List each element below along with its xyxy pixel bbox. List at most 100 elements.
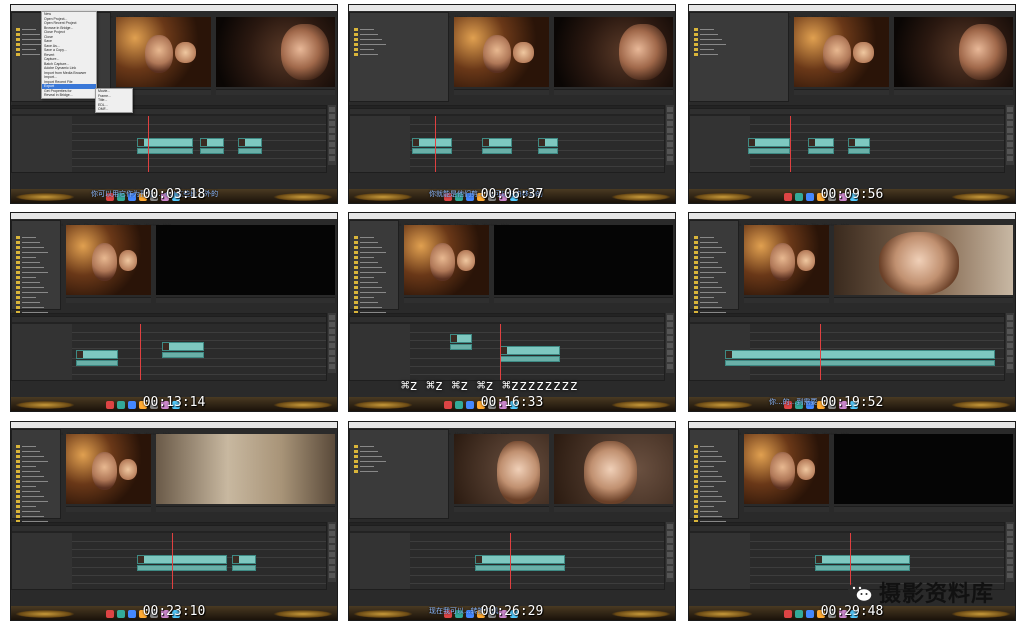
timeline-clip[interactable] xyxy=(238,138,262,147)
tool-icon[interactable] xyxy=(1007,142,1013,147)
bin-item[interactable] xyxy=(16,504,48,508)
tool-icon[interactable] xyxy=(1007,552,1013,557)
tool-icon[interactable] xyxy=(667,350,673,355)
timeline-clip-audio[interactable] xyxy=(200,148,224,154)
timeline-clip[interactable] xyxy=(137,555,227,564)
bin-item[interactable] xyxy=(16,280,48,284)
playhead[interactable] xyxy=(820,324,821,380)
timeline-clip-audio[interactable] xyxy=(137,565,227,571)
tool-icon[interactable] xyxy=(329,114,335,119)
bin-item[interactable] xyxy=(694,300,726,304)
tool-icon[interactable] xyxy=(329,357,335,362)
tool-icon[interactable] xyxy=(667,329,673,334)
tool-icon[interactable] xyxy=(1007,156,1013,161)
playhead[interactable] xyxy=(790,116,791,172)
bin-item[interactable] xyxy=(694,489,726,493)
bin-item[interactable] xyxy=(694,514,726,518)
timeline-clip-audio[interactable] xyxy=(232,565,256,571)
bin-item[interactable] xyxy=(694,32,726,36)
bin-item[interactable] xyxy=(16,509,48,513)
bin-item[interactable] xyxy=(16,270,48,274)
bin-item[interactable] xyxy=(694,250,726,254)
timeline-clip[interactable] xyxy=(848,138,870,147)
program-transport[interactable] xyxy=(554,89,673,95)
tool-icon[interactable] xyxy=(1007,114,1013,119)
bin-item[interactable] xyxy=(694,47,726,51)
tool-icon[interactable] xyxy=(329,559,335,564)
timeline-clip-audio[interactable] xyxy=(137,148,193,154)
playhead[interactable] xyxy=(510,533,511,589)
bin-item[interactable] xyxy=(694,469,726,473)
timeline-clip[interactable] xyxy=(162,342,204,351)
timeline-clip[interactable] xyxy=(538,138,558,147)
tool-icon[interactable] xyxy=(667,531,673,536)
playhead[interactable] xyxy=(500,324,501,380)
timeline-clip[interactable] xyxy=(232,555,256,564)
tool-icon[interactable] xyxy=(667,149,673,154)
tool-icon[interactable] xyxy=(329,538,335,543)
program-transport[interactable] xyxy=(894,89,1013,95)
tool-icon[interactable] xyxy=(667,142,673,147)
timeline-ruler[interactable] xyxy=(690,108,1004,114)
bin-item[interactable] xyxy=(694,280,726,284)
tool-icon[interactable] xyxy=(1007,350,1013,355)
bin-item[interactable] xyxy=(354,270,386,274)
bin-item[interactable] xyxy=(694,255,726,259)
source-transport[interactable] xyxy=(66,297,151,303)
tool-icon[interactable] xyxy=(667,538,673,543)
bin-item[interactable] xyxy=(694,449,726,453)
timeline-clip-audio[interactable] xyxy=(450,344,472,350)
timeline-ruler[interactable] xyxy=(12,316,326,322)
bin-item[interactable] xyxy=(354,245,386,249)
bin-item[interactable] xyxy=(694,484,726,488)
tool-icon[interactable] xyxy=(1007,531,1013,536)
bin-item[interactable] xyxy=(16,300,48,304)
timeline-clip[interactable] xyxy=(475,555,565,564)
program-transport[interactable] xyxy=(834,297,1013,303)
tool-icon[interactable] xyxy=(329,315,335,320)
tool-icon[interactable] xyxy=(667,121,673,126)
bin-item[interactable] xyxy=(694,37,726,41)
bin-item[interactable] xyxy=(354,42,386,46)
bin-item[interactable] xyxy=(694,42,726,46)
bin-item[interactable] xyxy=(694,479,726,483)
bin-item[interactable] xyxy=(16,235,48,239)
bin-item[interactable] xyxy=(16,275,48,279)
tool-icon[interactable] xyxy=(329,142,335,147)
tool-icon[interactable] xyxy=(1007,357,1013,362)
tool-icon[interactable] xyxy=(1007,336,1013,341)
bin-item[interactable] xyxy=(694,454,726,458)
bin-item[interactable] xyxy=(354,52,386,56)
bin-item[interactable] xyxy=(16,449,48,453)
bin-item[interactable] xyxy=(694,260,726,264)
tool-icon[interactable] xyxy=(329,364,335,369)
bin-item[interactable] xyxy=(16,444,48,448)
bin-item[interactable] xyxy=(16,305,48,309)
tool-icon[interactable] xyxy=(329,552,335,557)
program-transport[interactable] xyxy=(554,506,673,512)
tool-icon[interactable] xyxy=(1007,322,1013,327)
tool-icon[interactable] xyxy=(667,559,673,564)
bin-item[interactable] xyxy=(354,255,386,259)
bin-item[interactable] xyxy=(694,494,726,498)
bin-item[interactable] xyxy=(354,235,386,239)
program-transport[interactable] xyxy=(156,297,335,303)
tool-icon[interactable] xyxy=(1007,329,1013,334)
bin-item[interactable] xyxy=(354,454,386,458)
timeline-ruler[interactable] xyxy=(690,316,1004,322)
timeline-clip-audio[interactable] xyxy=(815,565,910,571)
bin-item[interactable] xyxy=(16,285,48,289)
bin-item[interactable] xyxy=(694,305,726,309)
timeline-clip-audio[interactable] xyxy=(475,565,565,571)
bin-item[interactable] xyxy=(694,52,726,56)
bin-item[interactable] xyxy=(16,464,48,468)
timeline-clip-audio[interactable] xyxy=(538,148,558,154)
bin-item[interactable] xyxy=(694,444,726,448)
bin-item[interactable] xyxy=(354,449,386,453)
tool-icon[interactable] xyxy=(329,156,335,161)
timeline-clip[interactable] xyxy=(725,350,995,359)
bin-item[interactable] xyxy=(16,245,48,249)
tool-icon[interactable] xyxy=(1007,545,1013,550)
tool-icon[interactable] xyxy=(329,149,335,154)
tool-icon[interactable] xyxy=(329,545,335,550)
